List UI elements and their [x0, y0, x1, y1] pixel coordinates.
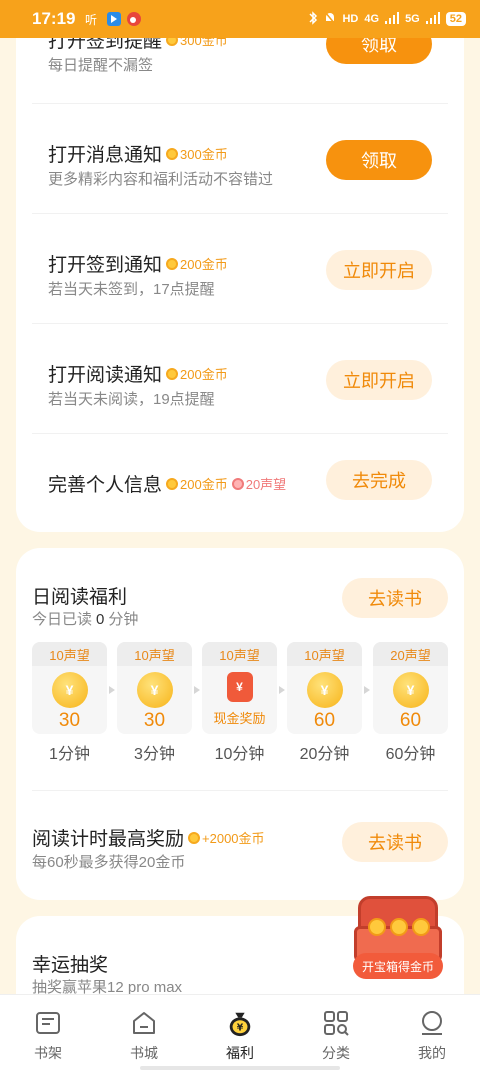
- timer-title: 阅读计时最高奖励 +2000金币: [32, 828, 265, 850]
- coin-reward: 300金币: [166, 144, 228, 163]
- task-row-message-notification: 打开消息通知 300金币 更多精彩内容和福利活动不容错过 领取: [32, 104, 448, 214]
- signal-icon: [385, 11, 400, 27]
- network-4g: 4G: [364, 13, 380, 25]
- reading-title: 日阅读福利: [32, 587, 128, 608]
- milestone-label: 3分钟: [134, 746, 175, 763]
- task-row-profile: 完善个人信息 200金币 20声望 去完成: [32, 434, 448, 544]
- coin-icon: [166, 257, 179, 270]
- coin-icon: [166, 477, 179, 490]
- milestone-label: 60分钟: [385, 746, 436, 763]
- chevron-right-icon: [279, 686, 285, 694]
- claim-button[interactable]: 领取: [326, 140, 432, 180]
- task-title: 打开签到通知 200金币: [48, 254, 228, 276]
- complete-button[interactable]: 去完成: [326, 460, 432, 500]
- milestone-label: 1分钟: [49, 746, 90, 763]
- app-notification-icon: [107, 12, 122, 26]
- status-bar: 17:19 听 HD 4G 5G 52: [0, 0, 480, 38]
- bottom-tab-bar: 书架 书城 ¥ 福利 分类 我的: [0, 994, 480, 1070]
- notification-hear-icon: 听: [85, 12, 101, 26]
- task-subtitle: 每日提醒不漏签: [48, 57, 154, 74]
- bookstore-icon: [130, 1009, 158, 1037]
- reputation-icon: [231, 477, 244, 490]
- milestone-label: 20分钟: [299, 746, 350, 763]
- milestone-card: 10声望 ¥ 现金奖励: [202, 642, 277, 734]
- task-title: 完善个人信息 200金币 20声望: [48, 474, 287, 496]
- task-subtitle: 若当天未阅读，19点提醒: [48, 391, 215, 408]
- bluetooth-icon: [308, 10, 318, 28]
- go-read-button-2[interactable]: 去读书: [342, 822, 448, 862]
- coin-reward: +2000金币: [188, 828, 265, 847]
- coin-icon: [166, 147, 179, 160]
- coin-reward: 200金币: [166, 254, 228, 273]
- enable-button[interactable]: 立即开启: [326, 360, 432, 400]
- tab-profile[interactable]: 我的: [384, 995, 480, 1070]
- coin-reward: 200金币: [166, 364, 228, 383]
- hd-badge: HD: [342, 13, 359, 25]
- reading-milestones: 10声望 ¥ 30 1分钟 10声望 ¥ 30 3分钟 10声望 ¥ 现金奖励 …: [32, 642, 448, 763]
- mute-icon: [324, 11, 337, 28]
- task-subtitle: 更多精彩内容和福利活动不容错过: [48, 171, 274, 188]
- milestone-card: 10声望 ¥ 60: [287, 642, 362, 734]
- task-title: 打开消息通知 300金币: [48, 144, 228, 166]
- chevron-right-icon: [109, 686, 115, 694]
- tasks-card: 打开签到提醒 300金币 每日提醒不漏签 领取 打开消息通知 300金币 更多精…: [16, 0, 464, 532]
- lottery-title: 幸运抽奖: [32, 955, 109, 976]
- coin-icon: ¥: [392, 672, 429, 708]
- home-indicator[interactable]: [140, 1066, 340, 1070]
- weibo-icon: [127, 12, 142, 26]
- chevron-right-icon: [364, 686, 370, 694]
- go-read-button[interactable]: 去读书: [342, 578, 448, 618]
- bookshelf-icon: [34, 1009, 62, 1037]
- tab-bookstore[interactable]: 书城: [96, 995, 192, 1070]
- chevron-right-icon: [194, 686, 200, 694]
- coin-icon: ¥: [51, 672, 88, 708]
- tab-welfare[interactable]: ¥ 福利: [192, 995, 288, 1070]
- category-icon: [322, 1009, 350, 1037]
- timer-subtitle: 每60秒最多获得20金币: [32, 854, 186, 871]
- tab-category[interactable]: 分类: [288, 995, 384, 1070]
- enable-button[interactable]: 立即开启: [326, 250, 432, 290]
- svg-text:¥: ¥: [237, 1022, 244, 1033]
- red-envelope-icon: ¥: [226, 672, 253, 702]
- task-row-reading-notification: 打开阅读通知 200金币 若当天未阅读，19点提醒 立即开启: [32, 324, 448, 434]
- task-row-sign-notification: 打开签到通知 200金币 若当天未签到，17点提醒 立即开启: [32, 214, 448, 324]
- signal-icon-2: [425, 11, 440, 27]
- reputation-reward: 20声望: [231, 474, 286, 493]
- coin-icon: [188, 831, 201, 844]
- milestone-card: 10声望 ¥ 30: [117, 642, 192, 734]
- tab-bookshelf[interactable]: 书架: [0, 995, 96, 1070]
- battery-indicator: 52: [445, 12, 466, 26]
- svg-text:听: 听: [85, 13, 97, 26]
- milestone-card: 20声望 ¥ 60: [373, 642, 448, 734]
- coin-icon: ¥: [306, 672, 343, 708]
- profile-icon: [418, 1009, 446, 1037]
- coin-icon: [166, 367, 179, 380]
- divider: [32, 790, 448, 791]
- status-time: 17:19: [32, 9, 76, 28]
- milestone-card: 10声望 ¥ 30: [32, 642, 107, 734]
- task-title: 打开阅读通知 200金币: [48, 364, 228, 386]
- reading-card: 日阅读福利 今日已读 0 分钟 去读书 10声望 ¥ 30 1分钟 10声望 ¥ 3…: [16, 548, 464, 900]
- money-bag-icon: ¥: [226, 1009, 254, 1037]
- task-subtitle: 若当天未签到，17点提醒: [48, 281, 215, 298]
- milestone-label: 10分钟: [214, 746, 265, 763]
- coin-reward: 200金币: [166, 474, 228, 493]
- reading-progress: 今日已读 0 分钟: [32, 611, 139, 628]
- coin-icon: ¥: [136, 672, 173, 708]
- network-5g: 5G: [405, 13, 420, 25]
- open-chest-button[interactable]: 开宝箱得金币: [353, 953, 443, 979]
